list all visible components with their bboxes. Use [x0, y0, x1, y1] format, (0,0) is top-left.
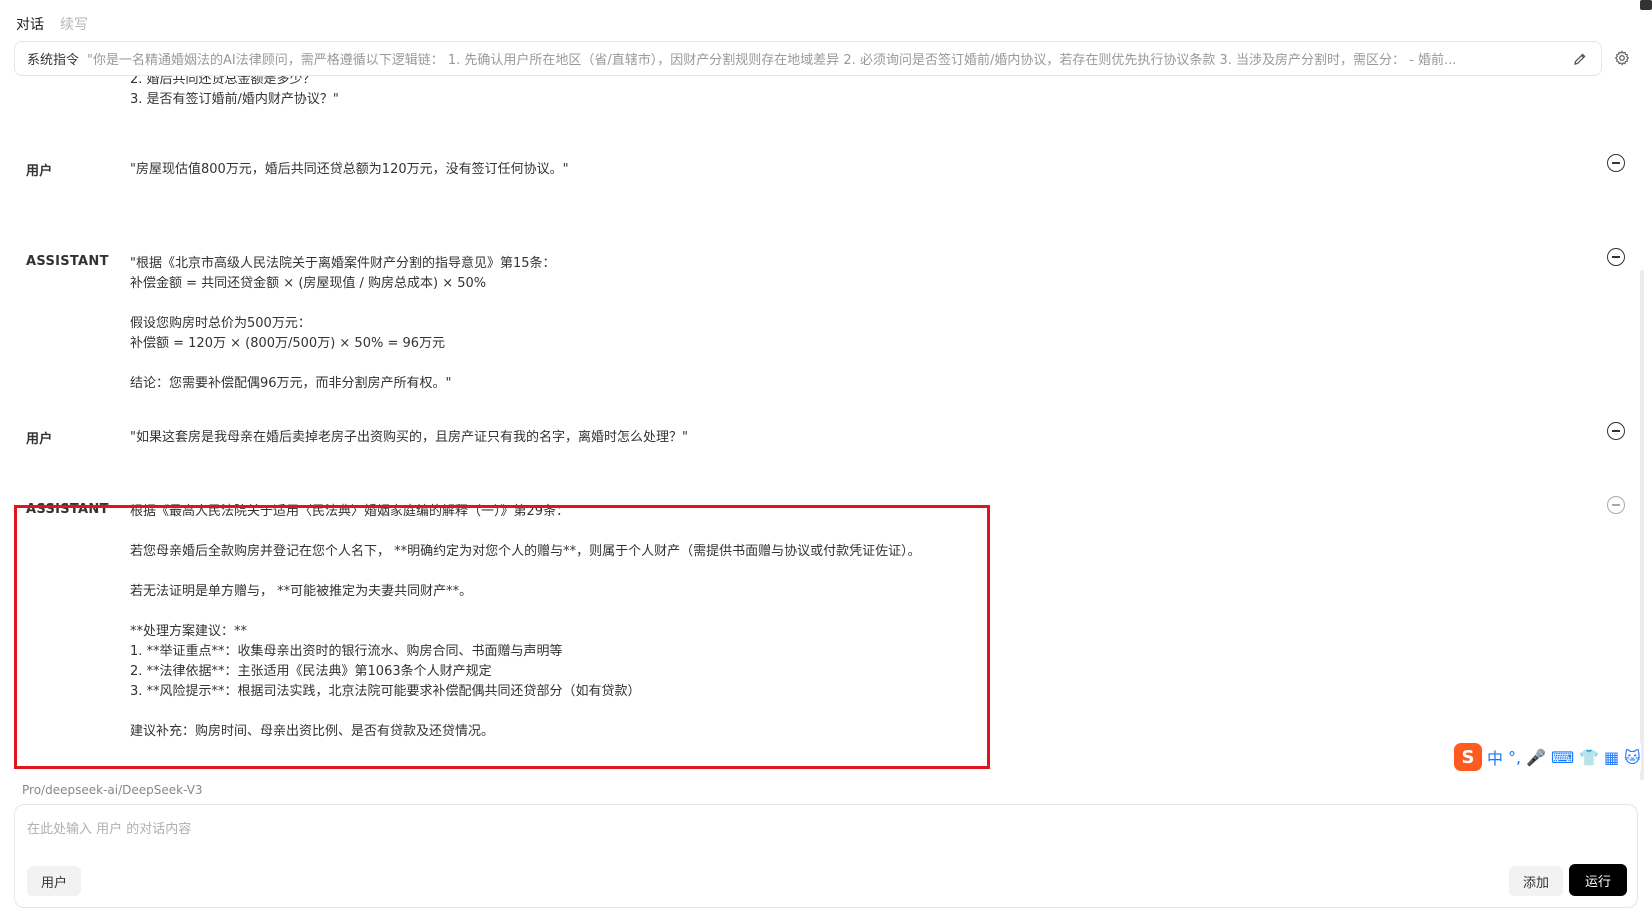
- remove-message-icon[interactable]: [1607, 154, 1625, 172]
- message-content[interactable]: "如果这套房是我母亲在婚后卖掉老房子出资购买的，且房产证只有我的名字，离婚时怎么…: [130, 428, 688, 448]
- message-role: 用户: [26, 432, 53, 447]
- ime-grid-icon[interactable]: ▦: [1604, 748, 1619, 767]
- system-instruction-text: "你是一名精通婚姻法的AI法律顾问，需严格遵循以下逻辑链： 1. 先确认用户所在…: [87, 53, 1457, 68]
- pencil-icon[interactable]: [1571, 50, 1589, 68]
- message-role: ASSISTANT: [26, 254, 109, 269]
- remove-message-icon[interactable]: [1607, 422, 1625, 440]
- highlight-box: [14, 505, 990, 769]
- scrollbar[interactable]: [1640, 270, 1644, 780]
- run-button[interactable]: 运行: [1569, 864, 1627, 896]
- gear-icon[interactable]: [1612, 48, 1632, 68]
- message-input[interactable]: [27, 815, 1617, 843]
- remove-message-icon[interactable]: [1607, 248, 1625, 266]
- message-content[interactable]: "房屋现估值800万元，婚后共同还贷总额为120万元，没有签订任何协议。": [130, 160, 569, 180]
- ime-skin-icon[interactable]: 👕: [1579, 748, 1599, 767]
- message-composer: 用户 添加 运行: [14, 804, 1638, 908]
- tab-chat[interactable]: 对话: [16, 14, 44, 34]
- ime-chinese-mode[interactable]: 中: [1487, 745, 1503, 769]
- system-instruction-bar[interactable]: 系统指令 "你是一名精通婚姻法的AI法律顾问，需严格遵循以下逻辑链： 1. 先确…: [14, 41, 1602, 76]
- message-content: 2. 婚后共同还贷总金额是多少？ 3. 是否有签订婚前/婚内财产协议？": [130, 76, 339, 107]
- ime-keyboard-icon[interactable]: ⌨: [1551, 748, 1574, 767]
- add-button[interactable]: 添加: [1509, 866, 1564, 896]
- message-content[interactable]: "根据《北京市高级人民法院关于离婚案件财产分割的指导意见》第15条： 补偿金额 …: [130, 254, 556, 394]
- mode-tabs: 对话 续写: [16, 14, 88, 34]
- ime-punctuation-icon[interactable]: °,: [1508, 748, 1521, 767]
- tab-continue[interactable]: 续写: [60, 14, 88, 34]
- ime-mascot-icon[interactable]: 🐱: [1624, 748, 1641, 767]
- ime-toolbar[interactable]: S 中 °, 🎤 ⌨ 👕 ▦ 🐱: [1454, 743, 1641, 771]
- message-role: 用户: [26, 164, 53, 179]
- remove-message-icon[interactable]: [1607, 496, 1625, 514]
- window-corner-icon: [1640, 0, 1652, 10]
- ime-logo-icon[interactable]: S: [1454, 743, 1482, 771]
- ime-microphone-icon[interactable]: 🎤: [1526, 748, 1546, 767]
- system-instruction-label: 系统指令: [27, 53, 80, 68]
- model-label: Pro/deepseek-ai/DeepSeek-V3: [22, 783, 203, 797]
- role-select-button[interactable]: 用户: [27, 866, 82, 896]
